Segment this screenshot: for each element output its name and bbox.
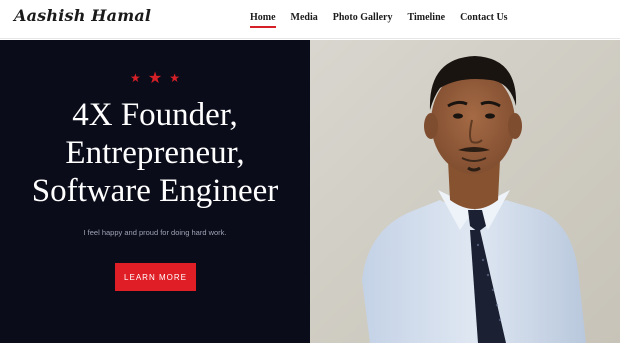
learn-more-button[interactable]: LEARN MORE — [115, 263, 196, 291]
nav-item-photo-gallery[interactable]: Photo Gallery — [333, 12, 393, 28]
hero-photo-panel — [310, 40, 620, 343]
site-logo[interactable]: Aashish Hamal — [14, 6, 151, 25]
portrait-photo — [310, 40, 620, 343]
hero-tagline: I feel happy and proud for doing hard wo… — [83, 228, 227, 237]
hero-text-panel: ★ ★ ★ 4X Founder, Entrepreneur, Software… — [0, 40, 310, 343]
headline-line: Entrepreneur, — [65, 135, 245, 171]
main-nav: Home Media Photo Gallery Timeline Contac… — [250, 12, 508, 28]
star-icon: ★ — [147, 68, 163, 87]
nav-item-contact-us[interactable]: Contact Us — [460, 12, 508, 28]
headline-line: Software Engineer — [31, 173, 279, 209]
nav-item-timeline[interactable]: Timeline — [407, 12, 445, 28]
site-header: Aashish Hamal Home Media Photo Gallery T… — [0, 0, 620, 39]
star-icon: ★ — [129, 70, 141, 85]
nav-item-media[interactable]: Media — [291, 12, 318, 28]
hero-headline: 4X Founder, Entrepreneur, Software Engin… — [0, 96, 310, 210]
star-icon: ★ — [169, 70, 181, 85]
headline-line: 4X Founder, — [72, 97, 238, 133]
star-rating: ★ ★ ★ — [0, 67, 310, 87]
nav-item-home[interactable]: Home — [250, 12, 276, 28]
